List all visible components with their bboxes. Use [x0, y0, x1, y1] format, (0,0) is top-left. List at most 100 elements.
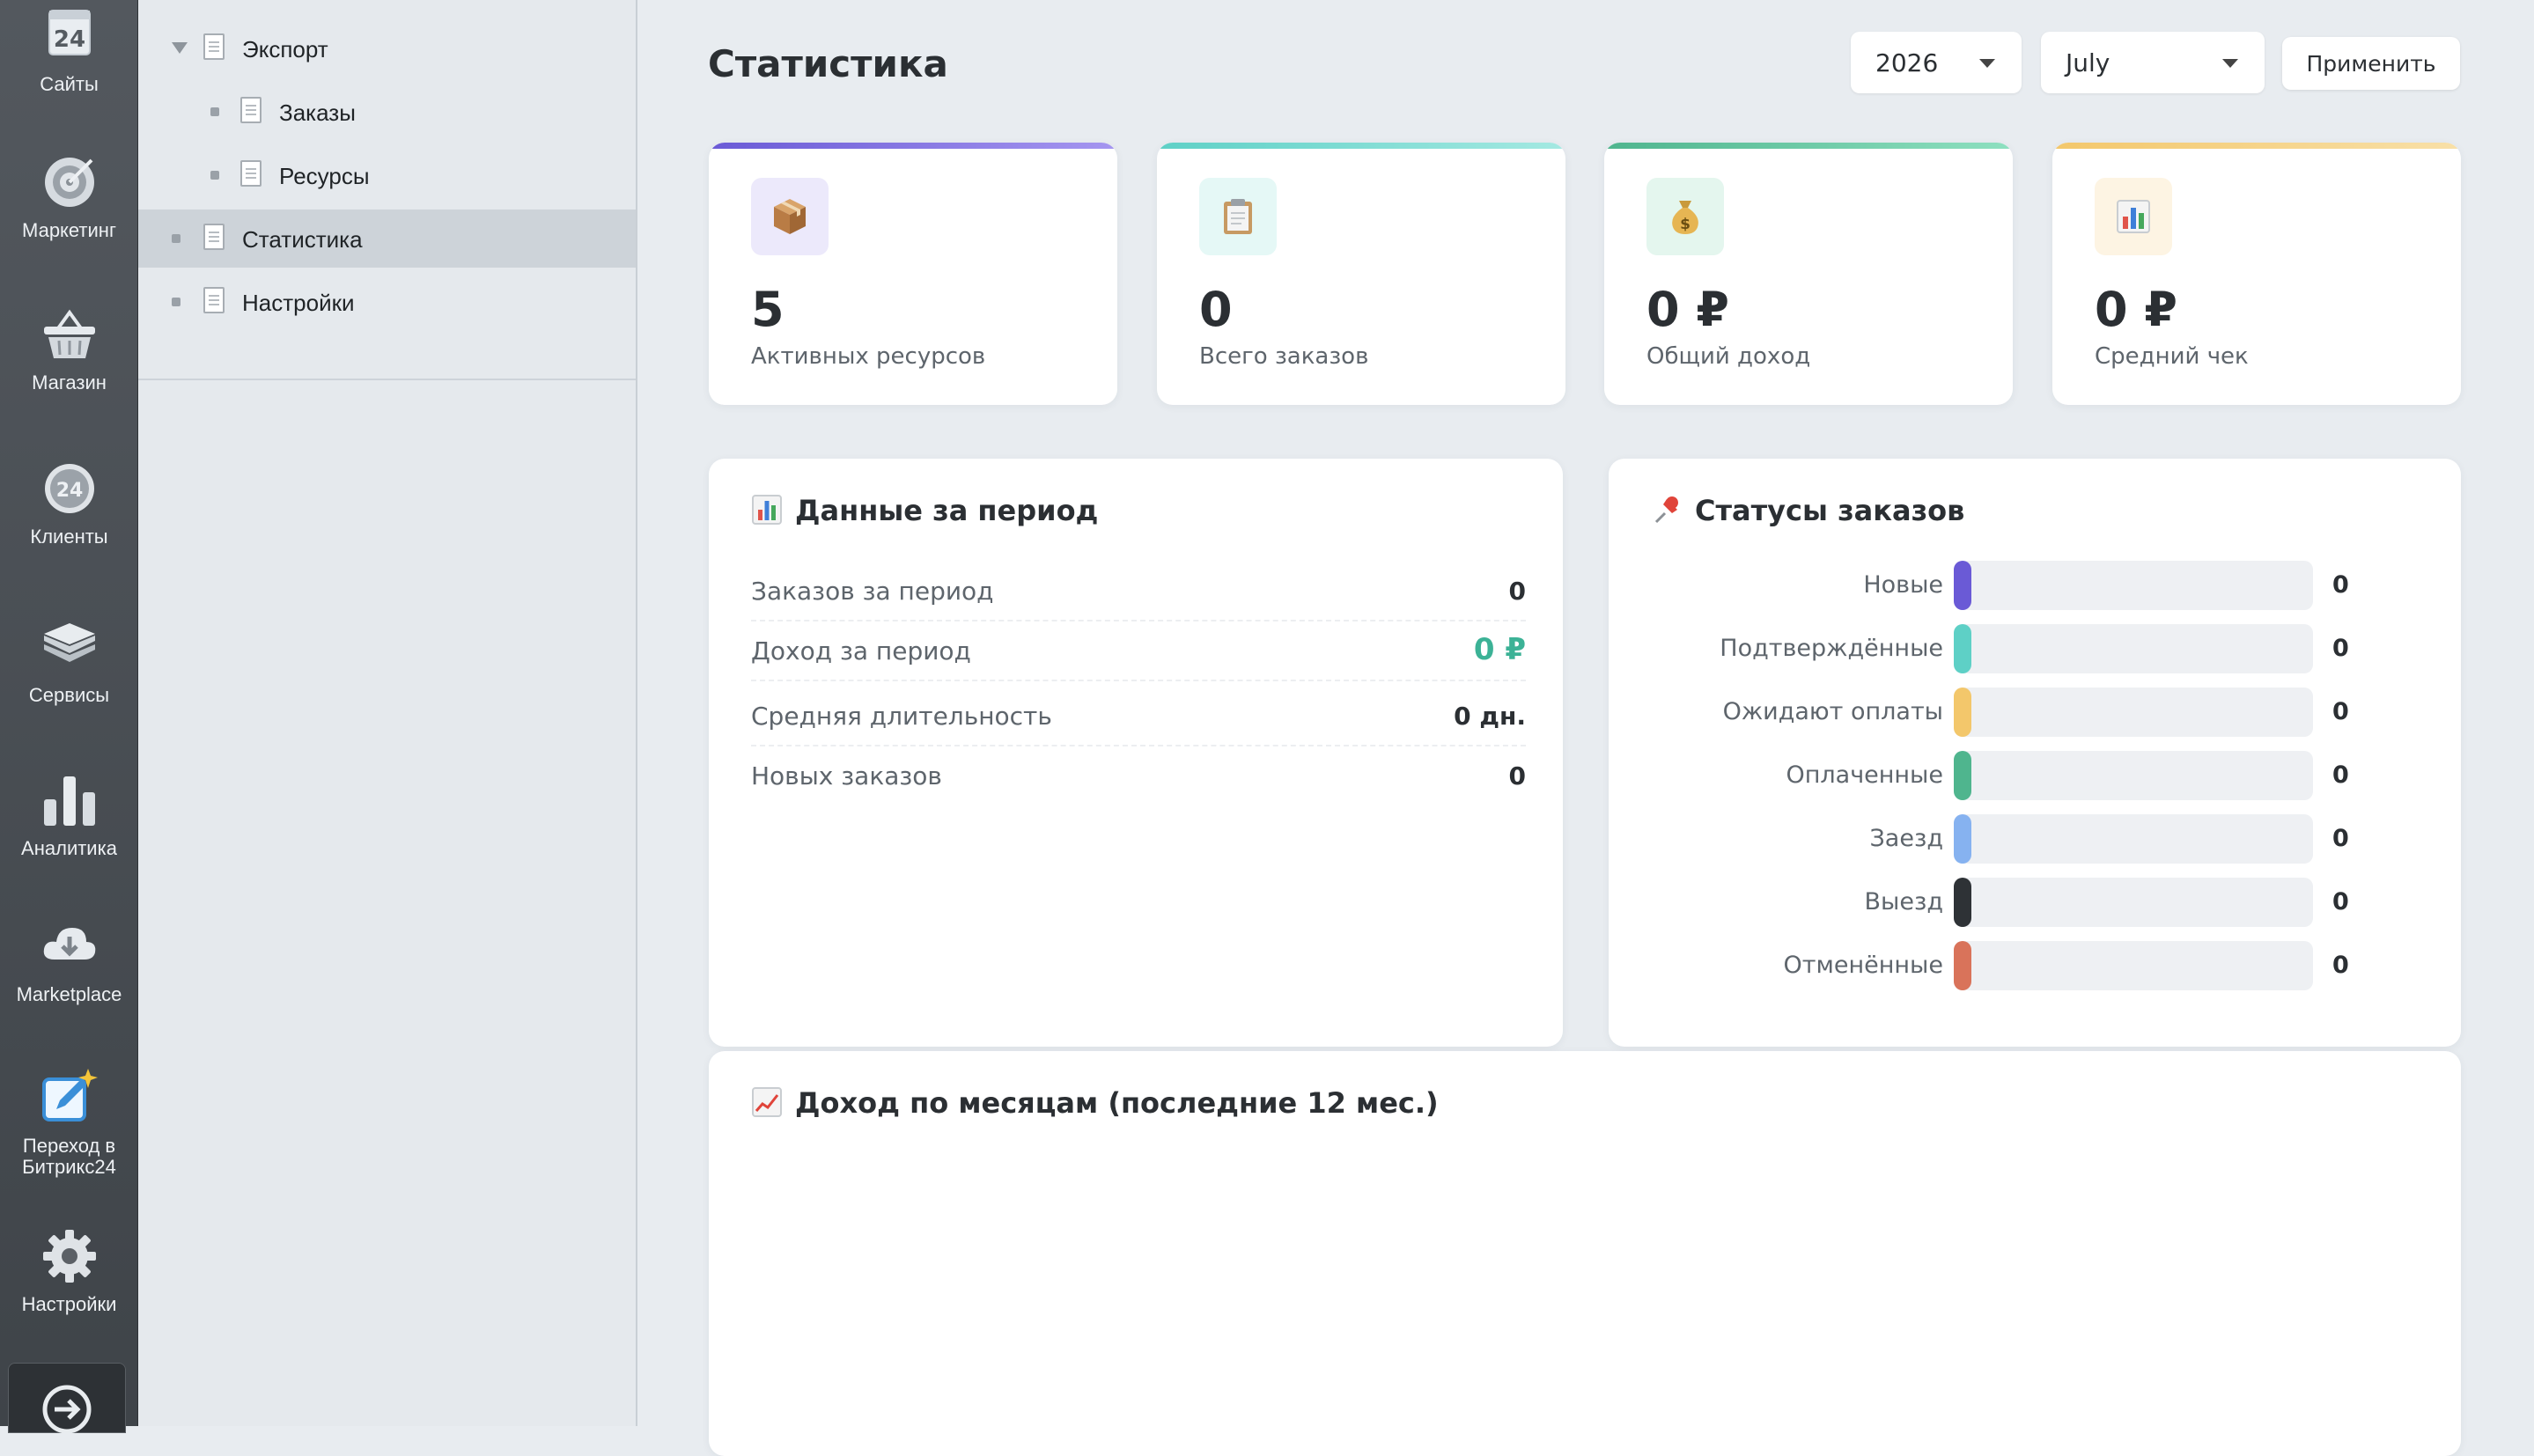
section-title: Доход по месяцам (последние 12 мес.) — [751, 1086, 1439, 1120]
tree-item-label: Экспорт — [242, 36, 328, 63]
stat-value: 5 — [751, 282, 785, 337]
tree-item-label: Настройки — [242, 290, 355, 316]
section-title: Статусы заказов — [1651, 494, 1964, 527]
page-icon — [203, 287, 225, 313]
nav-marketplace[interactable]: Marketplace — [0, 916, 138, 1005]
page-icon — [203, 224, 225, 250]
stat-value: 0 — [1199, 282, 1233, 337]
nav-sites[interactable]: 24 Сайты — [0, 5, 138, 95]
period-label: Средняя длительность — [751, 702, 1052, 731]
stat-label: Активных ресурсов — [751, 343, 986, 370]
status-count: 0 — [2332, 825, 2349, 852]
status-name: Ожидают оплаты — [1722, 698, 1943, 725]
nav-label: Сайты — [40, 73, 99, 95]
page-icon — [240, 97, 262, 123]
status-row: Оплаченные 0 — [1609, 751, 2471, 800]
main-content: Статистика 2026 July Применить 5 Активны… — [637, 0, 2534, 1456]
status-bar-fill — [1954, 561, 1971, 610]
stat-card-resources: 5 Активных ресурсов — [709, 143, 1117, 405]
tree-item-label: Статистика — [242, 226, 363, 253]
status-bar-track — [1954, 751, 2313, 800]
tree-item-statistics[interactable]: Статистика — [138, 210, 636, 268]
status-bar-track — [1954, 624, 2313, 673]
chart-increasing-icon — [752, 1087, 782, 1117]
module-tree: Экспорт Заказы Ресурсы Статистика Настро… — [138, 0, 637, 1426]
status-bar-fill — [1954, 751, 1971, 800]
gear-icon — [42, 1230, 96, 1283]
card-accent — [2052, 143, 2461, 149]
page-icon — [203, 33, 225, 60]
apply-button[interactable]: Применить — [2282, 37, 2460, 90]
period-row: Заказов за период 0 — [751, 562, 1526, 621]
nav-collapse-button[interactable] — [8, 1363, 126, 1434]
period-row: Средняя длительность 0 дн. — [751, 687, 1526, 746]
stat-label: Средний чек — [2095, 343, 2249, 370]
cloud-download-icon — [43, 928, 95, 960]
status-name: Подтверждённые — [1720, 635, 1943, 662]
section-title-text: Данные за период — [795, 494, 1099, 527]
status-count: 0 — [2332, 761, 2349, 789]
period-row: Доход за период 0 ₽ — [751, 621, 1526, 681]
nav-shop[interactable]: Магазин — [0, 304, 138, 393]
chevron-down-icon — [1979, 59, 1995, 68]
month-select[interactable]: July — [2041, 32, 2265, 93]
status-count: 0 — [2332, 888, 2349, 916]
status-bar-track — [1954, 561, 2313, 610]
tree-item-orders[interactable]: Заказы — [138, 83, 636, 141]
chevron-down-icon — [2222, 59, 2238, 68]
basket-icon — [43, 309, 95, 358]
calendar-24-icon: 24 — [48, 10, 91, 55]
tree-item-resources[interactable]: Ресурсы — [138, 146, 636, 204]
year-select-value: 2026 — [1875, 48, 1939, 77]
status-bar-fill — [1954, 941, 1971, 990]
tree-item-settings[interactable]: Настройки — [138, 273, 636, 331]
status-row: Заезд 0 — [1609, 814, 2471, 864]
layers-icon — [43, 623, 95, 662]
money-bag-icon: $ — [1646, 178, 1724, 255]
period-value: 0 ₽ — [1473, 632, 1526, 667]
card-accent — [709, 143, 1117, 149]
period-label: Доход за период — [751, 636, 971, 665]
section-title-text: Статусы заказов — [1695, 494, 1965, 527]
status-row: Новые 0 — [1609, 561, 2471, 610]
tree-item-label: Заказы — [279, 99, 356, 126]
svg-text:24: 24 — [53, 26, 85, 53]
divider — [138, 379, 636, 380]
chevron-down-icon[interactable] — [172, 42, 188, 54]
status-bar-fill — [1954, 624, 1971, 673]
status-row: Отменённые 0 — [1609, 941, 2471, 990]
period-label: Новых заказов — [751, 761, 942, 791]
stat-value: 0 ₽ — [2095, 282, 2177, 337]
card-accent — [1157, 143, 1565, 149]
nav-label: Клиенты — [30, 526, 108, 548]
nav-label: Магазин — [32, 371, 107, 393]
status-bar-fill — [1954, 878, 1971, 927]
nav-services[interactable]: Сервисы — [0, 616, 138, 706]
stat-label: Общий доход — [1646, 343, 1811, 370]
status-name: Отменённые — [1783, 952, 1943, 979]
status-name: Новые — [1863, 571, 1943, 599]
nav-marketing[interactable]: Маркетинг — [0, 151, 138, 241]
status-bar-fill — [1954, 688, 1971, 737]
monthly-revenue-card: Доход по месяцам (последние 12 мес.) — [709, 1051, 2461, 1456]
nav-bitrix24[interactable]: Переход в Битрикс24 — [0, 1067, 138, 1178]
year-select[interactable]: 2026 — [1851, 32, 2022, 93]
status-name: Оплаченные — [1786, 761, 1943, 789]
status-row: Выезд 0 — [1609, 878, 2471, 927]
period-card: Данные за период Заказов за период 0 Дох… — [709, 459, 1563, 1047]
package-icon — [751, 178, 829, 255]
clipboard-icon — [1199, 178, 1277, 255]
tree-item-export[interactable]: Экспорт — [138, 19, 636, 77]
nav-settings[interactable]: Настройки — [0, 1225, 138, 1315]
nav-analytics[interactable]: Аналитика — [0, 769, 138, 859]
stat-card-avg-check: 0 ₽ Средний чек — [2052, 143, 2461, 405]
stat-value: 0 ₽ — [1646, 282, 1729, 337]
status-count: 0 — [2332, 635, 2349, 662]
status-name: Заезд — [1869, 825, 1944, 852]
svg-text:24: 24 — [55, 480, 83, 502]
nav-clients[interactable]: 24 Клиенты — [0, 458, 138, 548]
bullet-icon — [210, 171, 219, 180]
arrow-right-circle-icon — [42, 1385, 92, 1434]
nav-label: Переход в Битрикс24 — [22, 1135, 116, 1178]
svg-text:$: $ — [1680, 216, 1691, 233]
